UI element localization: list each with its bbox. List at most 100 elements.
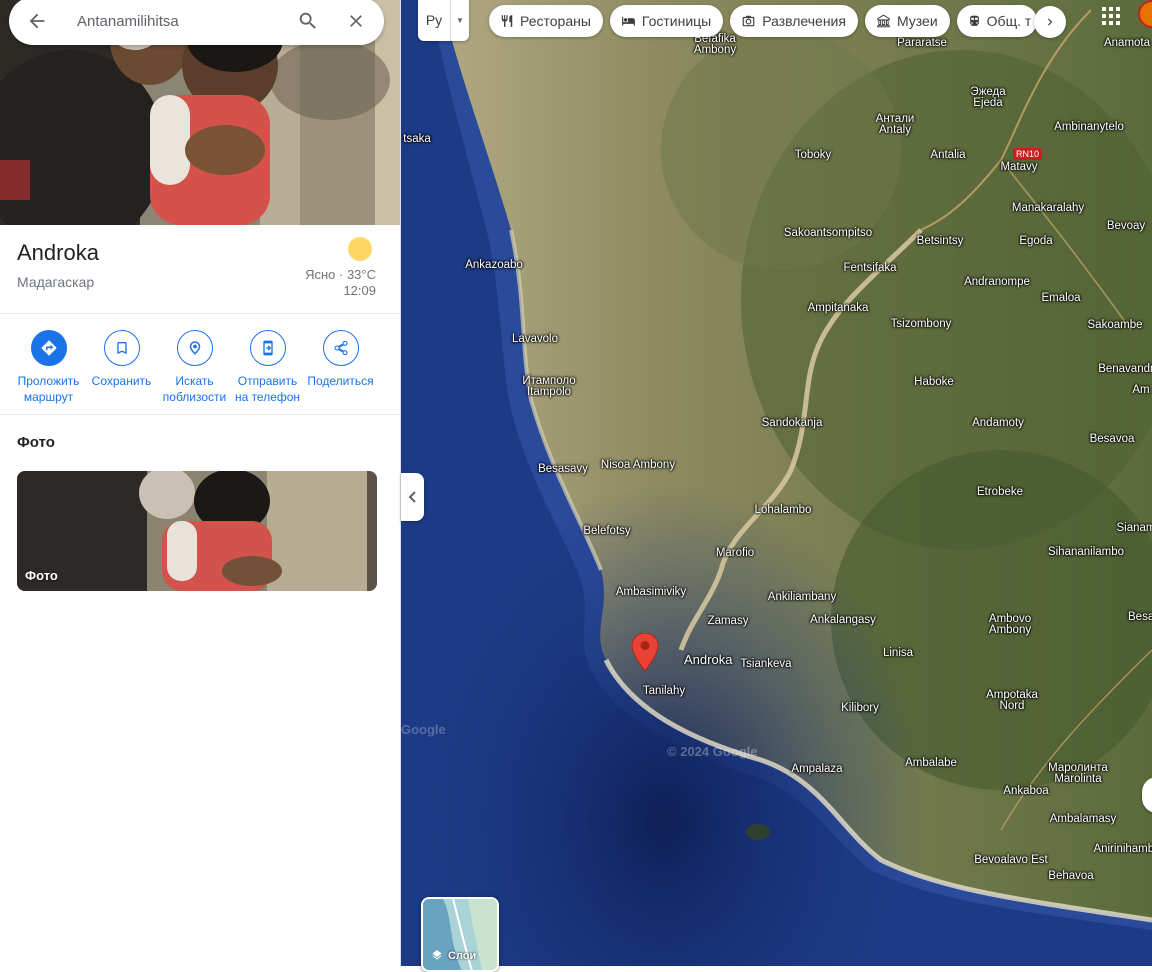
apps-grid-icon[interactable]: [1101, 6, 1121, 26]
map-label[interactable]: Ambinanytelo: [1054, 122, 1124, 133]
map-label[interactable]: Tsiankeva: [740, 659, 791, 670]
arrow-back-icon[interactable]: [13, 0, 61, 45]
chip-transit[interactable]: Общ. т: [957, 5, 1037, 37]
map-label[interactable]: Итамполо Itampolo: [522, 376, 575, 398]
chip-hotels[interactable]: Гостиницы: [610, 5, 723, 37]
map-label[interactable]: Kilibory: [841, 703, 879, 714]
map-label[interactable]: Lohalambo: [755, 505, 812, 516]
map-label[interactable]: Marofio: [716, 548, 754, 559]
photo-card[interactable]: Фото: [17, 471, 377, 591]
transit-icon: [968, 14, 981, 28]
map-label[interactable]: Ambasimiviky: [616, 587, 686, 598]
map-label[interactable]: Ankalangasy: [810, 615, 876, 626]
map-label[interactable]: Linisa: [883, 648, 913, 659]
chip-restaurants[interactable]: Рестораны: [489, 5, 603, 37]
map-label[interactable]: Betsintsy: [917, 236, 964, 247]
map-label[interactable]: Sianam: [1117, 523, 1152, 534]
map-label[interactable]: Tanilahy: [643, 686, 685, 697]
map-label[interactable]: Toboky: [795, 150, 831, 161]
map-label[interactable]: Sihananilambo: [1048, 547, 1124, 558]
language-selector[interactable]: Ру ▼: [418, 0, 469, 41]
map-label[interactable]: Behavoa: [1048, 871, 1093, 882]
map-label[interactable]: Sandokanja: [762, 418, 823, 429]
restaurant-icon: [500, 14, 514, 28]
search-input[interactable]: [61, 1, 284, 41]
photo-card-caption: Фото: [25, 568, 58, 583]
place-subtitle: Мадагаскар: [17, 274, 99, 290]
map-label[interactable]: Etrobeke: [977, 487, 1023, 498]
map-label[interactable]: Besak: [1128, 612, 1152, 623]
map-label[interactable]: Antalia: [930, 150, 965, 161]
map-label[interactable]: Ampitanaka: [808, 303, 869, 314]
map-label[interactable]: Fentsifaka: [843, 263, 896, 274]
map-label[interactable]: Befafika Ambony: [694, 34, 736, 56]
map-label[interactable]: Androka: [684, 654, 732, 665]
map-label[interactable]: Emaloa: [1042, 293, 1081, 304]
directions-button[interactable]: Проложить маршрут: [12, 330, 85, 405]
map-label[interactable]: Антали Antaly: [876, 114, 915, 136]
map-label[interactable]: Benavandr: [1098, 364, 1152, 375]
save-label: Сохранить: [85, 373, 158, 389]
map-label[interactable]: Ankaboa: [1003, 786, 1048, 797]
category-chips: Рестораны Гостиницы Развлечения Музеи Об…: [489, 5, 1044, 37]
collapse-panel-button[interactable]: [401, 473, 424, 521]
map-label[interactable]: Ambovo Ambony: [989, 614, 1031, 636]
map-label[interactable]: Nisoa Ambony: [601, 460, 675, 471]
map-label[interactable]: Manakaralahy: [1012, 203, 1084, 214]
search-icon[interactable]: [284, 0, 332, 45]
map-label[interactable]: Эжеда Ejeda: [970, 87, 1005, 109]
road-shield: RN10: [1013, 148, 1042, 160]
map-label[interactable]: Ambalamasy: [1050, 814, 1116, 825]
close-icon[interactable]: [332, 0, 380, 45]
chip-label: Общ. т: [987, 13, 1032, 29]
send-to-phone-icon: [250, 330, 286, 366]
map-label[interactable]: Am: [1132, 385, 1149, 396]
nearby-button[interactable]: Искать поблизости: [158, 330, 231, 405]
weather-widget: Ясно · 33°C 12:09: [305, 237, 376, 299]
map-label[interactable]: Lavavolo: [512, 334, 558, 345]
share-button[interactable]: Поделиться: [304, 330, 377, 405]
map-label[interactable]: Ampotaka Nord: [986, 690, 1038, 712]
map-label[interactable]: Ankazoabo: [465, 260, 523, 271]
chip-label: Развлечения: [762, 13, 846, 29]
map-label[interactable]: Маролинта Marolinta: [1048, 763, 1108, 785]
map-label[interactable]: Ankiliambany: [768, 592, 836, 603]
map-label[interactable]: Sakoantsompitso: [784, 228, 872, 239]
map-label[interactable]: Bevoalavo Est: [974, 855, 1048, 866]
map-label[interactable]: Andranompe: [964, 277, 1030, 288]
hotel-icon: [621, 14, 636, 28]
layers-label-text: Слои: [448, 950, 476, 962]
map-canvas[interactable]: Google © 2024 Google Befafika AmbonyPara…: [401, 0, 1152, 966]
map-label[interactable]: Anirinihamba: [1093, 844, 1152, 855]
layers-button[interactable]: Слои: [421, 897, 499, 972]
map-label[interactable]: Belefotsy: [583, 526, 630, 537]
chevron-right-icon[interactable]: [1034, 6, 1066, 38]
sun-icon: [348, 237, 372, 261]
map-label[interactable]: Tsizombony: [891, 319, 952, 330]
send-to-phone-button[interactable]: Отправить на телефон: [231, 330, 304, 405]
directions-label: Проложить маршрут: [12, 373, 85, 405]
map-label[interactable]: tsaka: [403, 134, 431, 145]
map-label[interactable]: Sakoambe: [1088, 320, 1143, 331]
map-label[interactable]: Ambalabe: [905, 758, 957, 769]
save-button[interactable]: Сохранить: [85, 330, 158, 405]
divider: [0, 414, 401, 415]
location-pin-icon[interactable]: [632, 633, 658, 671]
map-label[interactable]: Besavoa: [1090, 434, 1135, 445]
map-label[interactable]: Zamasy: [708, 616, 749, 627]
map-label[interactable]: Anamota: [1104, 38, 1150, 49]
weather-condition: Ясно · 33°C: [305, 267, 376, 283]
place-header: Androka Мадагаскар: [17, 240, 99, 290]
map-label[interactable]: Matavy: [1000, 162, 1037, 173]
chip-museums[interactable]: Музеи: [865, 5, 950, 37]
photo-thumbnail: [17, 471, 377, 591]
language-code: Ру: [418, 0, 451, 41]
map-label[interactable]: Egoda: [1019, 236, 1052, 247]
map-label[interactable]: Pararatse: [897, 38, 947, 49]
chip-entertainment[interactable]: Развлечения: [730, 5, 858, 37]
map-label[interactable]: Besasavy: [538, 464, 588, 475]
map-label[interactable]: Andamoty: [972, 418, 1024, 429]
map-label[interactable]: Ampalaza: [791, 764, 842, 775]
map-label[interactable]: Haboke: [914, 377, 954, 388]
map-label[interactable]: Bevoay: [1107, 221, 1145, 232]
